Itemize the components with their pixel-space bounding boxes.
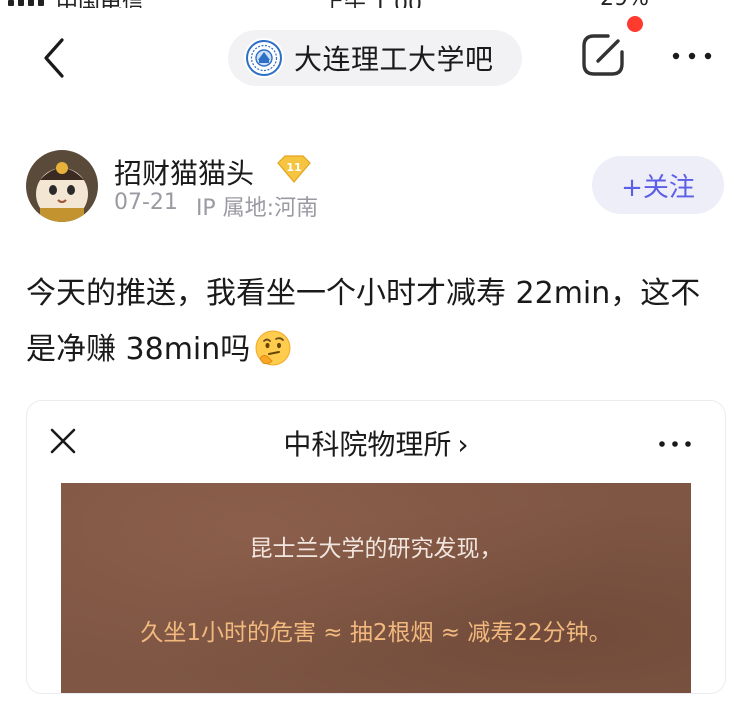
- edit-icon: [582, 34, 624, 76]
- battery-level: 29%: [600, 0, 649, 8]
- post-date: 07-21: [114, 190, 178, 215]
- back-button[interactable]: [40, 36, 70, 80]
- image-caption-line1: 昆士兰大学的研究发现，: [249, 536, 503, 562]
- university-logo-icon: [244, 38, 284, 78]
- edit-button[interactable]: [578, 30, 628, 80]
- author-name[interactable]: 招财猫猫头: [114, 152, 254, 192]
- post-text: 今天的推送，我看坐一个小时才减寿 22min，这不是净赚 38min吗: [26, 276, 701, 367]
- more-horizontal-icon: [672, 52, 712, 60]
- more-horizontal-icon: [659, 441, 691, 447]
- carrier-label: 中国电信: [56, 0, 144, 8]
- card-source-name: 中科院物理所: [283, 428, 452, 461]
- card-more-button[interactable]: [657, 435, 693, 447]
- more-options-button[interactable]: [670, 44, 714, 68]
- status-bar: 中国电信 上午 1 00 29%: [0, 0, 750, 8]
- card-title[interactable]: 中科院物理所 ›: [27, 423, 725, 463]
- level-badge: 11: [274, 154, 314, 184]
- signal-icon: [8, 0, 44, 6]
- follow-button[interactable]: +关注: [592, 156, 724, 214]
- article-preview-image: 昆士兰大学的研究发现， 久坐1小时的危害 ≈ 抽2根烟 ≈ 减寿22分钟。: [61, 483, 691, 693]
- chevron-left-icon: [44, 38, 64, 78]
- notification-dot: [627, 16, 643, 32]
- forum-name: 大连理工大学吧: [294, 43, 494, 76]
- ip-location: IP 属地:河南: [195, 196, 319, 221]
- forum-title-button[interactable]: 大连理工大学吧: [228, 30, 522, 86]
- chevron-right-icon: ›: [457, 428, 469, 461]
- post-content: 今天的推送，我看坐一个小时才减寿 22min，这不是净赚 38min吗: [26, 266, 726, 378]
- clock: 上午 1 00: [322, 0, 422, 8]
- post-meta: 07-21 IP 属地:河南: [114, 190, 318, 222]
- thinking-face-icon: [254, 329, 292, 367]
- image-caption-line2: 久坐1小时的危害 ≈ 抽2根烟 ≈ 减寿22分钟。: [140, 620, 612, 646]
- shared-article-card[interactable]: 中科院物理所 › 昆士兰大学的研究发现， 久坐1小时的危害 ≈ 抽2根烟 ≈ 减寿…: [26, 400, 726, 694]
- avatar[interactable]: [26, 150, 98, 222]
- svg-text:11: 11: [286, 161, 301, 174]
